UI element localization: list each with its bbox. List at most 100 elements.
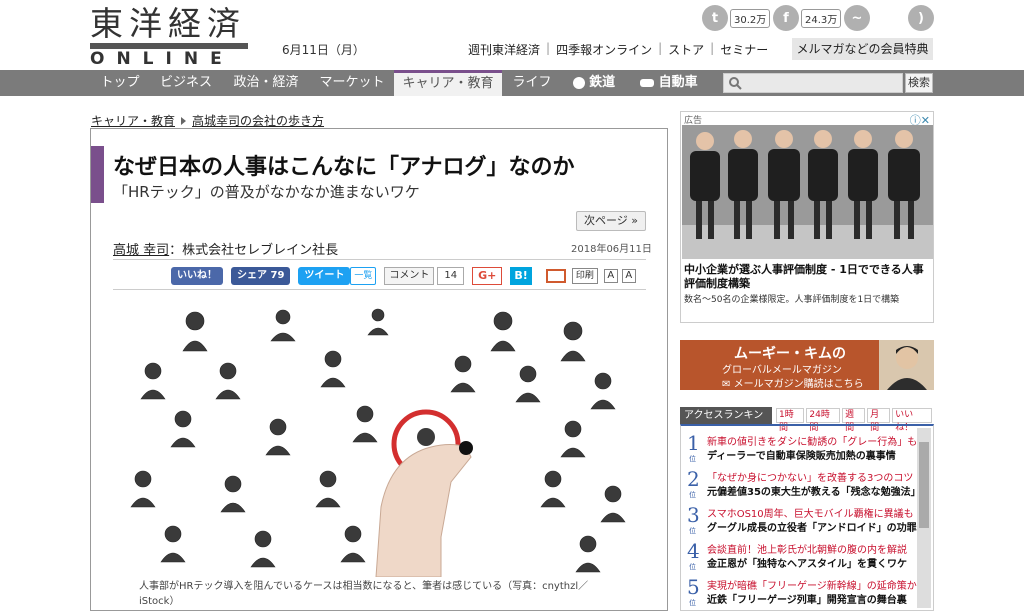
rank-number: 2 — [687, 467, 700, 491]
rank-suffix: 位 — [689, 599, 696, 607]
ranking-tab-like[interactable]: いいね！ — [892, 408, 932, 433]
magazine-subtitle: グローバルメールマガジン — [722, 365, 842, 376]
breadcrumb-series[interactable]: 高城幸司の会社の歩き方 — [192, 112, 324, 129]
comment-button[interactable]: コメント — [384, 267, 435, 285]
tweet-list-link[interactable]: 一覧 — [350, 267, 377, 285]
twitter-icon: t — [702, 5, 728, 31]
magazine-register-link: ✉ メールマガジン購読はこちら — [722, 375, 864, 390]
rank-headline: 近鉄「フリーゲージ列車」開発宣言の舞台裏 — [707, 595, 907, 606]
article-author: 高城 幸司：株式会社セレブレイン社長 — [113, 239, 338, 258]
rss-link[interactable]: ) — [908, 5, 934, 31]
search-icon — [729, 77, 742, 90]
main-nav: トップ ビジネス 政治・経済 マーケット キャリア・教育 ライフ 鉄道 自動車 … — [0, 70, 1024, 96]
ad-block[interactable]: 広告 ⓘ✕ 中小企業が選ぶ人事評価制度 - 1日でできる人事評価制度構築 数名〜… — [680, 111, 934, 323]
mail-icon: ✉ — [722, 379, 731, 390]
top-links: 週刊東洋経済 | 四季報オンライン | ストア | セミナー — [468, 41, 768, 58]
ranking-tab-week[interactable]: 週間 — [842, 408, 866, 433]
rank-suffix: 位 — [689, 527, 696, 535]
ranking-tab-24h[interactable]: 24時間 — [806, 408, 841, 433]
facebook-follow[interactable]: f 24.3万 — [773, 5, 842, 31]
member-benefits-button[interactable]: メルマガなどの会員特典 — [792, 38, 933, 60]
article-photo — [121, 307, 641, 577]
nav-career-education[interactable]: キャリア・教育 — [394, 70, 502, 96]
rank-number: 5 — [687, 575, 700, 599]
logo-english: ONLINE — [90, 49, 234, 69]
separator: | — [710, 41, 715, 55]
toplink-shikiho[interactable]: 四季報オンライン — [556, 41, 652, 58]
tweet-button[interactable]: ツイート — [298, 267, 351, 285]
search-button[interactable]: 検索 — [905, 73, 933, 93]
ranking-list: 1 位 新車の値引きをダシに勧誘の「グレー行為」も ディーラーで自動車保険販売加… — [680, 424, 934, 611]
rank-headline: ディーラーで自動車保険販売加熱の裏事情 — [707, 451, 896, 462]
messenger-icon: ~ — [844, 5, 870, 31]
rank-subtitle: 会談直前！池上彰氏が北朝鮮の腹の内を解説 — [707, 545, 907, 556]
rank-subtitle: 「なぜか身につかない」を改善する3つのコツ — [707, 473, 914, 484]
next-page-button[interactable]: 次ページ » — [576, 211, 646, 231]
rank-number: 4 — [687, 539, 700, 563]
font-size-large-button[interactable]: A — [603, 269, 618, 283]
author-name-link[interactable]: 高城 幸司 — [113, 243, 169, 258]
nav-railway[interactable]: 鉄道 — [566, 70, 622, 96]
ranking-item[interactable]: 3 位 スマホOS10周年、巨大モバイル覇権に異議も グーグル成長の立役者「アン… — [681, 502, 917, 538]
chevron-right-icon — [181, 116, 187, 125]
toplink-seminar[interactable]: セミナー — [720, 41, 768, 58]
site-logo[interactable]: 東洋経済 ONLINE — [90, 4, 252, 69]
ranking-item[interactable]: 1 位 新車の値引きをダシに勧誘の「グレー行為」も ディーラーで自動車保険販売加… — [681, 430, 917, 466]
ranking-item[interactable]: 5 位 実現が暗礁「フリーゲージ新幹線」の延命策か 近鉄「フリーゲージ列車」開発… — [681, 574, 917, 610]
magazine-register-label: メールマガジン購読はこちら — [733, 379, 864, 390]
magazine-banner[interactable]: ムーギー・キムの グローバルメールマガジン ✉ メールマガジン購読はこちら — [680, 340, 934, 390]
nav-railway-label: 鉄道 — [589, 75, 616, 90]
separator: | — [658, 41, 663, 55]
nav-automobile-label: 自動車 — [658, 75, 698, 90]
ad-title[interactable]: 中小企業が選ぶ人事評価制度 - 1日でできる人事評価制度構築 — [684, 263, 932, 291]
magazine-title: ムーギー・キムの — [734, 346, 846, 362]
ranking-scrollbar[interactable] — [917, 428, 931, 608]
toplink-weekly[interactable]: 週刊東洋経済 — [468, 41, 540, 58]
twitter-follow[interactable]: t 30.2万 — [702, 5, 771, 31]
search-input[interactable] — [723, 73, 903, 93]
font-size-small-button[interactable]: A — [621, 269, 636, 283]
article: なぜ日本の人事はこんなに「アナログ」なのか 「HRテック」の普及がなかなか進まな… — [90, 128, 668, 611]
mail-icon[interactable] — [545, 269, 566, 283]
nav-automobile[interactable]: 自動車 — [636, 70, 702, 96]
like-button[interactable]: いいね！ — [171, 267, 223, 285]
facebook-share-button[interactable]: シェア 79 — [231, 267, 291, 285]
ranking-item[interactable]: 2 位 「なぜか身につかない」を改善する3つのコツ 元偏差値35の東大生が教える… — [681, 466, 921, 502]
author-role: ：株式会社セレブレイン社長 — [169, 243, 339, 258]
toplink-store[interactable]: ストア — [668, 41, 704, 58]
twitter-count: 30.2万 — [730, 8, 771, 28]
article-title: なぜ日本の人事はこんなに「アナログ」なのか — [113, 155, 575, 180]
ad-photo — [682, 125, 933, 259]
breadcrumb-career[interactable]: キャリア・教育 — [91, 112, 175, 129]
rss-icon: ) — [908, 5, 934, 31]
nav-life[interactable]: ライフ — [504, 70, 560, 96]
nav-business[interactable]: ビジネス — [152, 70, 220, 96]
share-bar: いいね！ シェア 79 ツイート 一覧 コメント 14 G+ B! 印刷 A A — [171, 266, 640, 286]
rank-headline: 金正恩が「独特なヘアスタイル」を貫くワケ — [707, 559, 907, 570]
google-plus-button[interactable]: G+ — [472, 267, 503, 285]
nav-politics-economy[interactable]: 政治・経済 — [224, 70, 308, 96]
facebook-count: 24.3万 — [801, 8, 842, 28]
hatena-bookmark-button[interactable]: B! — [510, 267, 532, 285]
publish-date: 2018年06月11日 — [571, 244, 652, 255]
article-subtitle: 「HRテック」の普及がなかなか進まないワケ — [113, 183, 420, 201]
ranking-tab-1h[interactable]: 1時間 — [776, 408, 805, 433]
car-icon — [640, 78, 655, 87]
rank-headline: グーグル成長の立役者「アンドロイド」の功罪 — [707, 523, 917, 534]
ranking-item[interactable]: 4 位 会談直前！池上彰氏が北朝鮮の腹の内を解説 金正恩が「独特なヘアスタイル」… — [681, 538, 917, 574]
header-date: 6月11日（月） — [282, 43, 365, 57]
nav-market[interactable]: マーケット — [312, 70, 392, 96]
divider — [113, 259, 646, 260]
rank-suffix: 位 — [689, 455, 696, 463]
nav-top[interactable]: トップ — [90, 70, 150, 96]
ad-description: 数名〜50名の企業様限定。人事評価制度を1日で構築 — [684, 295, 900, 305]
messenger-link[interactable]: ~ — [844, 5, 870, 31]
logo-japanese: 東洋経済 — [90, 4, 246, 43]
ad-image[interactable] — [682, 125, 933, 259]
separator: | — [546, 41, 551, 55]
scrollbar-thumb[interactable] — [919, 442, 929, 528]
site-header: 東洋経済 ONLINE 6月11日（月） t 30.2万 f 24.3万 ~ )… — [0, 0, 1024, 70]
ranking-tab-month[interactable]: 月間 — [867, 408, 891, 433]
print-button[interactable]: 印刷 — [571, 268, 598, 284]
photo-caption: 人事部がHRテック導入を阻んでいるケースは相当数になると、筆者は感じている（写真… — [139, 581, 589, 607]
